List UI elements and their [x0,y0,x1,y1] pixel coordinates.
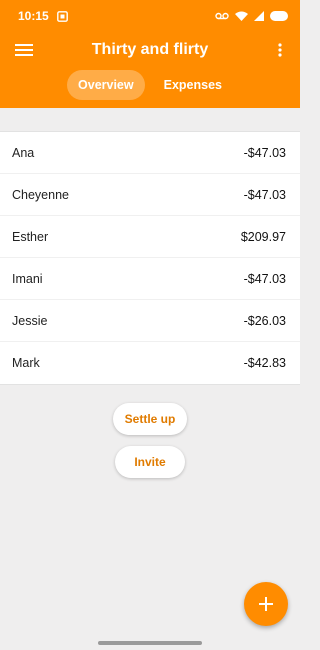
balance-row-imani[interactable]: Imani -$47.03 [0,258,300,300]
member-name: Jessie [12,313,48,328]
member-name: Esther [12,229,49,244]
member-name: Mark [12,356,40,370]
balance-row-mark[interactable]: Mark -$42.83 [0,342,300,384]
status-bar: 10:15 [0,0,300,32]
tab-bar: Overview Expenses [0,70,300,102]
signal-icon [254,11,264,21]
gesture-nav-handle[interactable] [98,641,202,645]
menu-icon[interactable] [12,38,36,62]
more-vert-icon[interactable] [268,38,292,62]
battery-icon [270,11,288,21]
member-name: Imani [12,271,43,286]
status-left: 10:15 [18,9,68,23]
member-balance: -$47.03 [243,145,286,160]
screenshot-icon [56,10,68,22]
voicemail-icon [215,12,229,20]
tab-overview[interactable]: Overview [67,70,145,100]
member-balance: -$47.03 [243,187,286,202]
balance-row-jessie[interactable]: Jessie -$26.03 [0,300,300,342]
group-title: Thirty and flirty [91,41,209,58]
settle-up-button[interactable]: Settle up [113,403,187,435]
member-balance: -$42.83 [243,356,286,370]
status-right [215,11,288,21]
app-bar: Thirty and flirty Overview Expenses [0,32,300,108]
member-name: Cheyenne [12,187,69,202]
member-balance: -$26.03 [243,313,286,328]
wifi-icon [235,11,248,21]
balance-row-ana[interactable]: Ana -$47.03 [0,132,300,174]
plus-icon [259,597,273,611]
add-expense-button[interactable] [244,582,288,626]
balance-row-esther[interactable]: Esther $209.97 [0,216,300,258]
balance-row-cheyenne[interactable]: Cheyenne -$47.03 [0,174,300,216]
status-time: 10:15 [18,9,49,23]
member-balance: -$47.03 [243,271,286,286]
member-name: Ana [12,145,35,160]
tab-expenses[interactable]: Expenses [153,70,233,100]
invite-button[interactable]: Invite [115,446,185,478]
balance-list: Ana -$47.03 Cheyenne -$47.03 Esther $209… [0,131,300,385]
member-balance: $209.97 [240,229,286,244]
